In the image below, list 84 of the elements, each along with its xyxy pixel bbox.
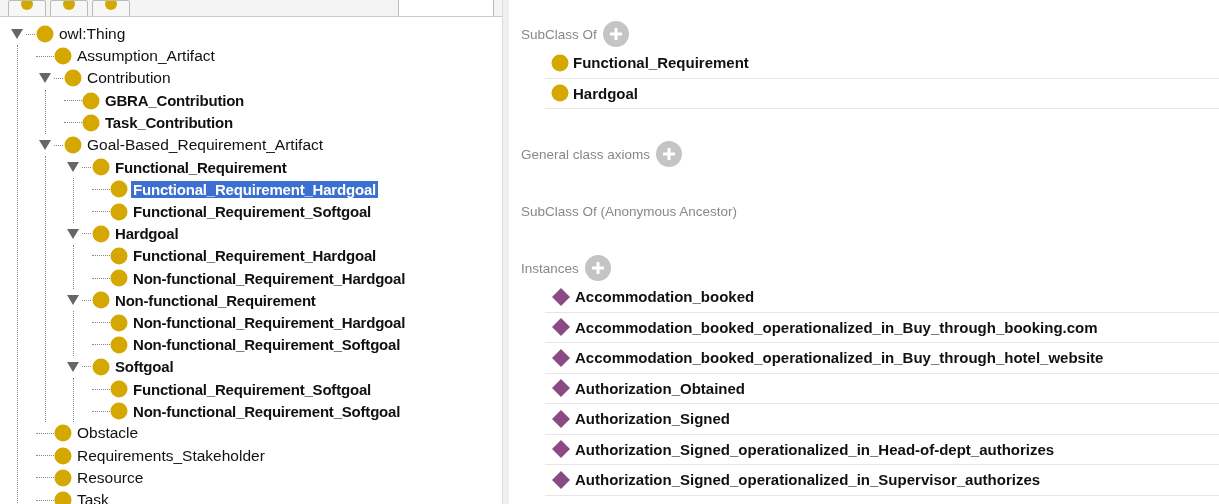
tree-item[interactable]: Functional_Requirement_Hardgoal	[131, 180, 378, 198]
tree-item[interactable]: Hardgoal	[113, 225, 181, 243]
class-icon	[82, 91, 100, 110]
section-title: Instances	[521, 260, 579, 276]
tree-item[interactable]: Softgoal	[113, 358, 176, 376]
list-row[interactable]: Authorization_Signed_operationalized_in_Supervisor_authorizes	[545, 465, 1219, 496]
individual-icon	[551, 317, 571, 338]
entity-label: Accommodation_booked_operationalized_in_Buy_through_booking.com	[575, 318, 1098, 336]
class-icon	[110, 269, 128, 288]
entity-label: Accommodation_booked	[575, 288, 755, 306]
section-title: General class axioms	[521, 146, 651, 162]
class-icon	[92, 158, 110, 177]
class-icon	[110, 380, 128, 399]
class-icon	[110, 246, 128, 265]
tree-item[interactable]: Non-functional_Requirement_Softgoal	[131, 402, 403, 420]
tree-item[interactable]: Contribution	[85, 69, 173, 88]
list-row[interactable]: Accommodation_booked_operationalized_in_Buy_through_hotel_website	[545, 343, 1219, 374]
entity-label: Authorization_Signed_operationalized_in_Head-of-dept_authorizes	[575, 440, 1055, 458]
class-icon	[64, 69, 82, 88]
list-row[interactable]: Authorization_Obtained	[545, 373, 1219, 404]
expanded-triangle-icon[interactable]	[67, 294, 79, 307]
tree-item[interactable]: Task_Contribution	[103, 114, 235, 132]
class-icon	[82, 113, 100, 132]
expanded-triangle-icon[interactable]	[67, 227, 79, 240]
tree-item[interactable]: Non-functional_Requirement	[113, 291, 318, 309]
expanded-triangle-icon[interactable]	[39, 139, 51, 152]
expanded-triangle-icon[interactable]	[39, 72, 51, 85]
entity-label: Accommodation_booked_operationalized_in_Buy_through_hotel_website	[575, 349, 1104, 367]
tree-item[interactable]: Non-functional_Requirement_Softgoal	[131, 336, 403, 354]
individual-icon	[551, 286, 571, 307]
tree-item[interactable]: Obstacle	[75, 424, 141, 443]
class-icon	[110, 180, 128, 199]
section-title: SubClass Of	[521, 26, 597, 42]
individual-icon	[551, 378, 571, 399]
entity-label: Authorization_Obtained	[575, 379, 745, 397]
class-icon	[110, 313, 128, 332]
tree-item[interactable]: Resource	[75, 468, 146, 487]
list-row[interactable]: Hardgoal	[545, 78, 1219, 109]
class-icon	[110, 402, 128, 421]
class-icon	[64, 136, 82, 155]
class-icon	[551, 84, 569, 103]
entity-label: Functional_Requirement	[573, 54, 749, 72]
plus-icon	[662, 147, 677, 161]
class-icon	[54, 47, 72, 66]
entity-label: Authorization_Signed	[575, 410, 730, 428]
class-icon	[92, 357, 110, 376]
expanded-triangle-icon[interactable]	[67, 161, 79, 174]
tree-item[interactable]: Functional_Requirement_Softgoal	[131, 380, 373, 398]
list-row[interactable]: Authorization_Signed	[545, 404, 1219, 435]
class-icon	[92, 224, 110, 243]
tree-item[interactable]: Non-functional_Requirement_Hardgoal	[131, 314, 408, 332]
tree-item[interactable]: Goal-Based_Requirement_Artifact	[85, 136, 326, 155]
tree-item[interactable]: Functional_Requirement_Softgoal	[131, 203, 373, 221]
class-icon	[110, 202, 128, 221]
entity-label: Hardgoal	[573, 84, 638, 102]
list-row[interactable]: Functional_Requirement	[545, 48, 1219, 79]
individual-icon	[551, 439, 571, 460]
individual-icon	[551, 408, 571, 429]
individual-icon	[551, 469, 571, 490]
class-icon	[92, 291, 110, 310]
list-row[interactable]: Accommodation_booked	[545, 282, 1219, 313]
class-icon	[54, 424, 72, 443]
individual-icon	[551, 347, 571, 368]
class-icon	[54, 468, 72, 487]
tree-item[interactable]: Assumption_Artifact	[75, 47, 217, 66]
tree-item[interactable]: Non-functional_Requirement_Hardgoal	[131, 269, 408, 287]
list-row[interactable]: Authorization_Signed_operationalized_in_Head-of-dept_authorizes	[545, 434, 1219, 465]
entity-label: Authorization_Signed_operationalized_in_Supervisor_authorizes	[575, 471, 1041, 489]
tree-item[interactable]: GBRA_Contribution	[103, 92, 247, 110]
expanded-triangle-icon[interactable]	[11, 28, 23, 41]
section-title: SubClass Of (Anonymous Ancestor)	[521, 203, 738, 219]
class-icon	[551, 53, 569, 72]
class-icon	[110, 335, 128, 354]
tree-item[interactable]: owl:Thing	[57, 25, 128, 44]
class-icon	[36, 25, 54, 44]
list-row[interactable]: Accommodation_booked_operationalized_in_Buy_through_booking.com	[545, 312, 1219, 343]
expanded-triangle-icon[interactable]	[67, 360, 79, 373]
class-icon	[54, 491, 72, 504]
tree-item[interactable]: Functional_Requirement	[113, 158, 289, 176]
tree-item[interactable]: Functional_Requirement_Hardgoal	[131, 247, 378, 265]
class-icon	[54, 446, 72, 465]
plus-icon	[590, 261, 605, 275]
plus-icon	[608, 27, 623, 41]
tree-item[interactable]: Requirements_Stakeholder	[75, 446, 267, 465]
